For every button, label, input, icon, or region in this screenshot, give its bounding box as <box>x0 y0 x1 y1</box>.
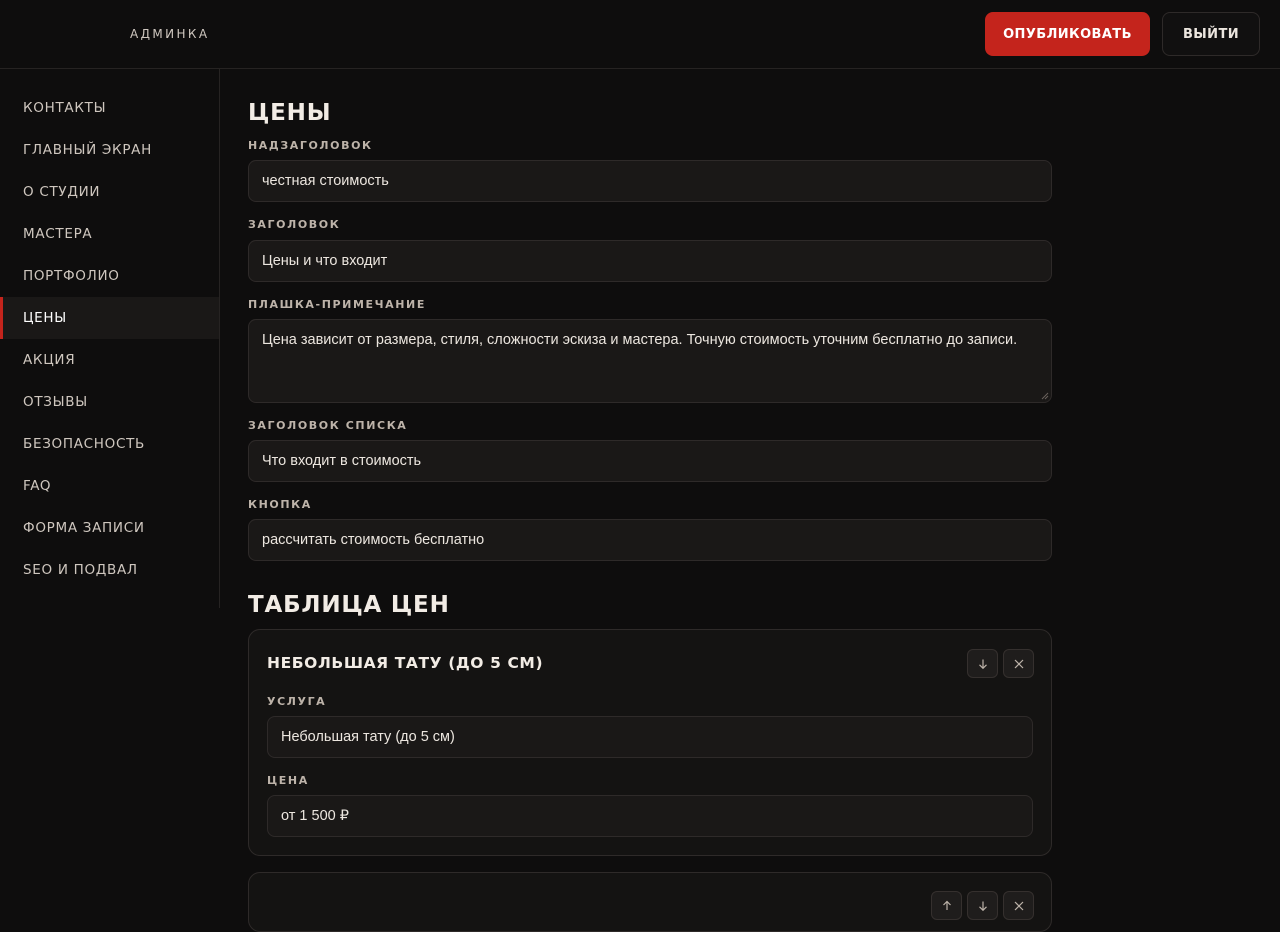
sidebar-item-hero[interactable]: ГЛАВНЫЙ ЭКРАН <box>0 129 219 171</box>
price-row-card-next <box>248 872 1052 932</box>
price-label: ЦЕНА <box>267 774 309 787</box>
note-textarea[interactable]: Цена зависит от размера, стиля, сложност… <box>248 319 1052 403</box>
sidebar-item-portfolio[interactable]: ПОРТФОЛИО <box>0 255 219 297</box>
overline-input[interactable]: честная стоимость <box>248 160 1052 202</box>
close-icon <box>1014 901 1023 910</box>
arrow-up-icon <box>942 900 951 910</box>
sidebar-nav: КОНТАКТЫ ГЛАВНЫЙ ЭКРАН О СТУДИИ МАСТЕРА … <box>0 69 220 608</box>
sidebar-item-faq[interactable]: FAQ <box>0 465 219 507</box>
publish-button[interactable]: ОПУБЛИКОВАТЬ <box>985 12 1150 56</box>
sidebar-item-about[interactable]: О СТУДИИ <box>0 171 219 213</box>
logout-button[interactable]: ВЫЙТИ <box>1162 12 1260 56</box>
arrow-down-icon <box>978 659 987 669</box>
move-up-button[interactable] <box>931 891 962 920</box>
move-down-button[interactable] <box>967 649 998 678</box>
service-input[interactable]: Небольшая тату (до 5 см) <box>267 716 1033 758</box>
list-heading-input[interactable]: Что входит в стоимость <box>248 440 1052 482</box>
heading-input[interactable]: Цены и что входит <box>248 240 1052 282</box>
button-text-input[interactable]: рассчитать стоимость бесплатно <box>248 519 1052 561</box>
note-text: Цена зависит от размера, стиля, сложност… <box>262 332 1018 348</box>
move-down-button[interactable] <box>967 891 998 920</box>
heading-label: ЗАГОЛОВОК <box>248 218 341 231</box>
sidebar-item-reviews[interactable]: ОТЗЫВЫ <box>0 381 219 423</box>
section-title-price-table: ТАБЛИЦА ЦЕН <box>248 592 450 618</box>
sidebar-item-prices[interactable]: ЦЕНЫ <box>0 297 219 339</box>
top-bar: АДМИНКА ОПУБЛИКОВАТЬ ВЫЙТИ <box>0 0 1280 69</box>
price-row-title: НЕБОЛЬШАЯ ТАТУ (ДО 5 СМ) <box>267 654 544 672</box>
service-label: УСЛУГА <box>267 695 327 708</box>
price-input[interactable]: от 1 500 ₽ <box>267 795 1033 837</box>
overline-label: НАДЗАГОЛОВОК <box>248 139 373 152</box>
note-label: ПЛАШКА-ПРИМЕЧАНИЕ <box>248 298 426 311</box>
price-row-card: НЕБОЛЬШАЯ ТАТУ (ДО 5 СМ) УСЛУГА Небольша… <box>248 629 1052 856</box>
sidebar-item-contacts[interactable]: КОНТАКТЫ <box>0 87 219 129</box>
section-title-prices: ЦЕНЫ <box>248 100 332 126</box>
delete-row-button[interactable] <box>1003 649 1034 678</box>
list-heading-label: ЗАГОЛОВОК СПИСКА <box>248 419 408 432</box>
sidebar-item-booking-form[interactable]: ФОРМА ЗАПИСИ <box>0 507 219 549</box>
sidebar-item-masters[interactable]: МАСТЕРА <box>0 213 219 255</box>
arrow-down-icon <box>978 901 987 911</box>
button-text-label: КНОПКА <box>248 498 312 511</box>
sidebar-item-safety[interactable]: БЕЗОПАСНОСТЬ <box>0 423 219 465</box>
sidebar-item-seo-footer[interactable]: SEO И ПОДВАЛ <box>0 549 219 591</box>
delete-row-button[interactable] <box>1003 891 1034 920</box>
sidebar-item-promo[interactable]: АКЦИЯ <box>0 339 219 381</box>
close-icon <box>1014 659 1023 668</box>
resize-grip-icon[interactable] <box>1041 392 1049 400</box>
brand-logo: АДМИНКА <box>130 27 210 41</box>
